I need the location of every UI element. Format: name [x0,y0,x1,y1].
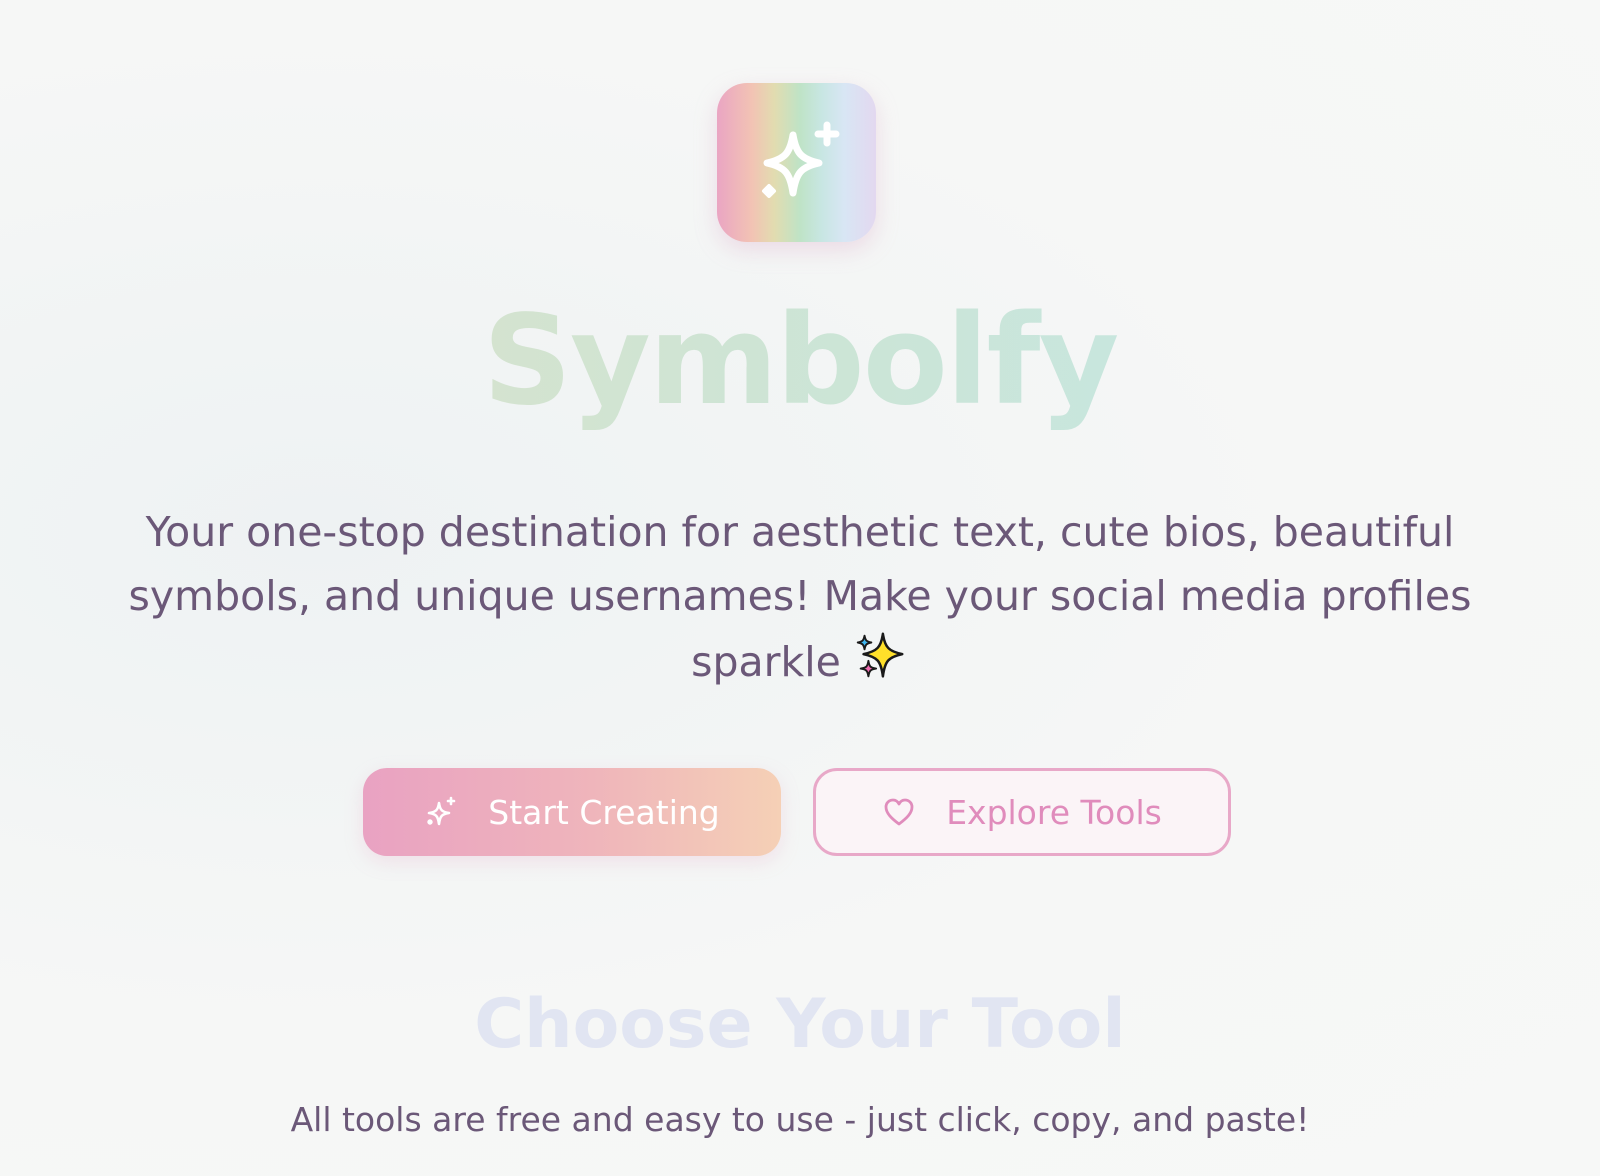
heart-icon [882,795,916,829]
start-creating-label: Start Creating [488,792,720,832]
explore-tools-button[interactable]: Explore Tools [813,768,1231,856]
hero-actions: Start Creating Explore Tools [363,768,1231,856]
hero-section: Symbolfy Your one-stop destination for a… [0,0,1600,1176]
sparkles-icon [747,113,847,213]
tools-section-title: Choose Your Tool [474,985,1126,1064]
sparkles-icon [424,795,458,829]
logo-tile [717,83,876,242]
start-creating-button[interactable]: Start Creating [363,768,781,856]
tagline-text: Your one-stop destination for aesthetic … [128,508,1472,686]
explore-tools-label: Explore Tools [946,792,1162,832]
hero-tagline: Your one-stop destination for aesthetic … [100,500,1500,694]
brand-title: Symbolfy [0,276,1600,446]
sparkles-emoji-icon [851,628,909,686]
tools-section-subtitle: All tools are free and easy to use - jus… [290,1100,1310,1139]
